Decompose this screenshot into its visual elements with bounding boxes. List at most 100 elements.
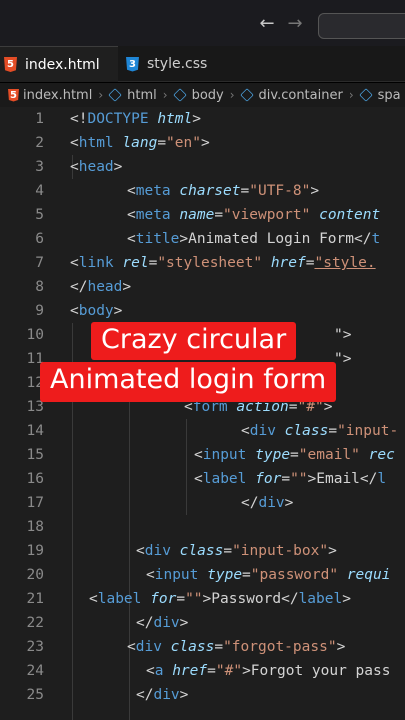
- line-number: 10: [26, 327, 44, 343]
- code-token: "": [185, 591, 203, 607]
- code-text: </div>: [241, 491, 293, 515]
- code-text: <title>Animated Login Form</t: [127, 227, 380, 251]
- code-token: </: [136, 687, 154, 703]
- tab-index-html[interactable]: 5 index.html: [0, 46, 118, 82]
- tab-style-css[interactable]: 3 style.css: [122, 46, 219, 82]
- code-token: div: [144, 543, 171, 559]
- code-token: div: [153, 687, 180, 703]
- breadcrumb-item[interactable]: div.container: [259, 88, 343, 103]
- code-line[interactable]: 17 </div>: [0, 491, 405, 515]
- code-line[interactable]: 25 </div>: [0, 683, 405, 707]
- code-line[interactable]: 5 <meta name="viewport" content: [0, 203, 405, 227]
- code-token: for: [150, 591, 177, 607]
- code-text: </div>: [136, 683, 188, 707]
- line-number: 18: [26, 519, 44, 535]
- breadcrumb-item[interactable]: html: [127, 88, 157, 103]
- code-token: body: [78, 303, 114, 319]
- code-token: >: [336, 639, 346, 655]
- breadcrumb-item[interactable]: body: [192, 88, 224, 103]
- code-token: rel: [122, 255, 149, 271]
- code-line[interactable]: 19 <div class="input-box">: [0, 539, 405, 563]
- code-text: </head>: [70, 275, 131, 299]
- code-line[interactable]: 24 <a href="#">Forgot your pass: [0, 659, 405, 683]
- code-token: =: [240, 183, 250, 199]
- command-center-search[interactable]: [318, 13, 405, 39]
- code-line[interactable]: 18: [0, 515, 405, 539]
- code-text: <input type="email" rec: [194, 443, 395, 467]
- code-token: >: [179, 687, 189, 703]
- code-token: type: [207, 567, 243, 583]
- breadcrumb-item[interactable]: index.html: [23, 88, 92, 103]
- code-token: "email": [298, 447, 360, 463]
- tab-label: style.css: [147, 56, 208, 72]
- code-line[interactable]: 23 <div class="forgot-pass">: [0, 635, 405, 659]
- code-line[interactable]: 1 <!DOCTYPE html>: [0, 107, 405, 131]
- code-line[interactable]: 3 <head>: [0, 155, 405, 179]
- code-token: "password": [250, 567, 339, 583]
- caption-line-1: Crazy circular: [91, 322, 297, 360]
- code-token: div: [249, 423, 276, 439]
- line-number: 25: [26, 687, 44, 703]
- code-token: "": [290, 471, 308, 487]
- code-token: =: [157, 135, 167, 151]
- code-line[interactable]: 6 <title>Animated Login Form</t: [0, 227, 405, 251]
- code-editor[interactable]: 1 <!DOCTYPE html> 2 <html lang="en"> 3 <head>…: [0, 107, 405, 720]
- code-token: >: [328, 543, 337, 559]
- code-text: <body>: [70, 299, 122, 323]
- code-line[interactable]: 8 </head>: [0, 275, 405, 299]
- back-arrow-icon[interactable]: ←: [258, 15, 276, 33]
- code-token: "en": [166, 135, 201, 151]
- code-token: lang: [122, 135, 158, 151]
- code-line[interactable]: 14 <div class="input-: [0, 419, 405, 443]
- code-line[interactable]: 15 <input type="email" rec: [0, 443, 405, 467]
- html5-icon: 5: [4, 57, 17, 72]
- code-line[interactable]: 20 <input type="password" requi: [0, 563, 405, 587]
- code-line[interactable]: 7 <link rel="stylesheet" href="style.: [0, 251, 405, 275]
- element-cube-icon: [358, 88, 373, 102]
- breadcrumb-item[interactable]: spa: [378, 88, 401, 103]
- code-token: href: [172, 663, 208, 679]
- code-text: <label for="">Email</l: [194, 467, 386, 491]
- code-token: "viewport": [223, 207, 311, 223]
- code-token: class: [179, 543, 224, 559]
- code-line[interactable]: 21 <label for="">Password</label>: [0, 587, 405, 611]
- code-text: <link rel="stylesheet" href="style.: [70, 251, 376, 275]
- code-token: >: [310, 183, 320, 199]
- code-line[interactable]: 4 <meta charset="UTF-8">: [0, 179, 405, 203]
- tab-label: index.html: [25, 56, 100, 73]
- code-line[interactable]: 22 </div>: [0, 611, 405, 635]
- code-line[interactable]: 16 <label for="">Email</l: [0, 467, 405, 491]
- code-token: meta: [135, 207, 171, 223]
- code-text: <a href="#">Forgot your pass: [146, 659, 390, 683]
- code-line[interactable]: 9 <body>: [0, 299, 405, 323]
- code-token: type: [255, 447, 291, 463]
- code-token: <: [127, 207, 136, 223]
- code-token: <: [241, 423, 250, 439]
- code-token: "style.: [314, 255, 376, 271]
- code-text: ">: [334, 347, 351, 371]
- code-token: "forgot-pass": [223, 639, 337, 655]
- code-token: >Animated Login Form</: [179, 231, 372, 247]
- code-token: for: [255, 471, 282, 487]
- forward-arrow-icon[interactable]: →: [286, 15, 304, 33]
- code-token: >Password</: [202, 591, 299, 607]
- line-number: 4: [35, 183, 44, 199]
- code-token: href: [270, 255, 306, 271]
- code-token: l: [377, 471, 387, 487]
- chevron-right-icon: ›: [162, 88, 168, 102]
- code-token: =: [242, 567, 251, 583]
- element-cube-icon: [172, 88, 187, 102]
- code-token: =: [223, 543, 233, 559]
- code-token: <: [127, 231, 136, 247]
- code-token: <: [136, 543, 145, 559]
- code-line[interactable]: 2 <html lang="en">: [0, 131, 405, 155]
- code-token: head: [87, 279, 123, 295]
- line-number: 7: [35, 255, 44, 271]
